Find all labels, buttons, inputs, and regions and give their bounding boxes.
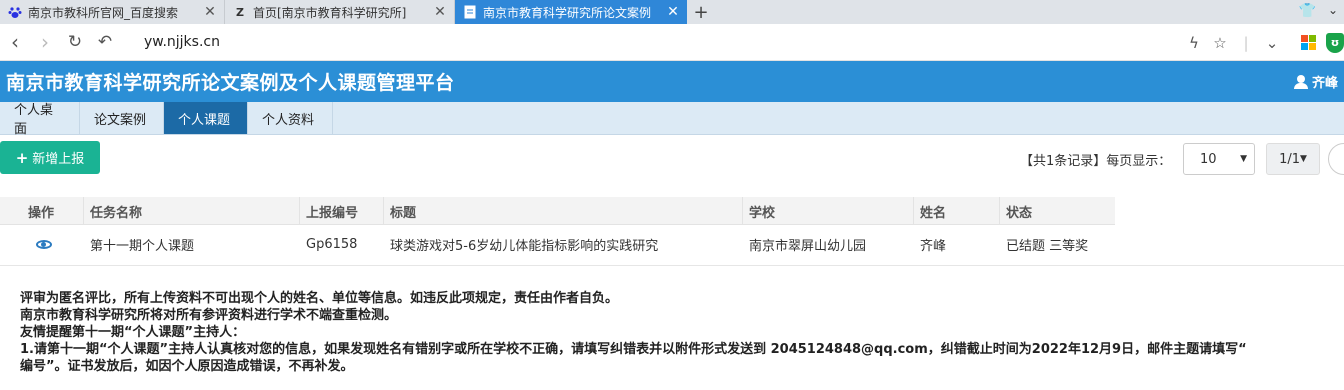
tab-desktop[interactable]: 个人桌面 bbox=[0, 102, 80, 137]
school-cell: 南京市翠屏山幼儿园 bbox=[749, 238, 867, 254]
project-table: 操作 任务名称 上报编号 标题 学校 姓名 状态 第十一期个人课题 Gp6158… bbox=[0, 197, 1115, 263]
notice-line: 友情提醒第十一期“个人课题”主持人： bbox=[20, 325, 246, 340]
undo-icon[interactable]: ↶ bbox=[90, 27, 120, 57]
page-selector[interactable]: 1/1 ▼ bbox=[1266, 143, 1320, 175]
notice-line: 评审为匿名评比，所有上传资料不可出现个人的姓名、单位等信息。如违反此项规定，责任… bbox=[20, 291, 619, 306]
tab-profile[interactable]: 个人资料 bbox=[248, 102, 333, 134]
user-name: 齐峰 bbox=[1311, 76, 1338, 91]
browser-tab-strip: 南京市教科所官网_百度搜索 ✕ Z 首页[南京市教育科学研究所] ✕ 南京市教育… bbox=[0, 0, 1344, 24]
divider: | bbox=[1243, 33, 1249, 52]
apps-grid-icon[interactable] bbox=[1301, 35, 1316, 50]
caret-down-icon: ▼ bbox=[1300, 154, 1307, 164]
tab-projects[interactable]: 个人课题 bbox=[164, 102, 248, 134]
caret-down-icon: ▼ bbox=[1240, 154, 1247, 164]
skin-icon[interactable]: 👕 bbox=[1299, 3, 1316, 19]
action-cell bbox=[0, 225, 84, 263]
browser-tab-baidu[interactable]: 南京市教科所官网_百度搜索 ✕ bbox=[0, 0, 225, 24]
task-cell: 第十一期个人课题 bbox=[90, 238, 195, 254]
user-icon bbox=[1293, 74, 1308, 89]
browser-tab-home[interactable]: Z 首页[南京市教育科学研究所] ✕ bbox=[225, 0, 455, 24]
col-title: 标题 bbox=[384, 197, 743, 225]
page-size-value: 10 bbox=[1200, 151, 1217, 167]
title-cell: 球类游戏对5-6岁幼儿体能指标影响的实践研究 bbox=[390, 238, 659, 254]
col-name: 姓名 bbox=[914, 197, 1000, 225]
code-cell: Gp6158 bbox=[306, 236, 358, 252]
tab-title: 首页[南京市教育科学研究所] bbox=[253, 5, 407, 20]
forward-icon[interactable]: › bbox=[30, 27, 60, 57]
status-cell: 已结题 三等奖 bbox=[1006, 238, 1089, 254]
back-icon[interactable]: ‹ bbox=[0, 27, 30, 57]
circle-button[interactable] bbox=[1328, 143, 1344, 175]
notice-line: 1.请第十一期“个人课题”主持人认真核对您的信息，如果发现姓名有错别字或所在学校… bbox=[20, 342, 1247, 357]
tab-title: 南京市教育科学研究所论文案例 bbox=[483, 5, 652, 20]
baidu-paw-icon bbox=[8, 5, 22, 19]
new-tab-button[interactable]: + bbox=[687, 0, 715, 24]
page-title: 南京市教育科学研究所论文案例及个人课题管理平台 bbox=[6, 72, 455, 94]
table-row: 第十一期个人课题 Gp6158 球类游戏对5-6岁幼儿体能指标影响的实践研究 南… bbox=[0, 225, 1115, 263]
name-cell: 齐峰 bbox=[920, 238, 947, 254]
url-input[interactable]: yw.njjks.cn bbox=[144, 34, 220, 50]
close-icon[interactable]: ✕ bbox=[202, 4, 218, 20]
star-icon[interactable]: ☆ bbox=[1207, 34, 1233, 52]
plus-icon: + bbox=[15, 148, 29, 167]
col-code: 上报编号 bbox=[300, 197, 384, 225]
col-status: 状态 bbox=[1006, 205, 1033, 221]
address-bar: ‹ › ↻ ↶ yw.njjks.cn ϟ ☆ | ⌄ ʊ bbox=[0, 24, 1344, 61]
notice-line: 编号”。证书发放后，如因个人原因造成错误，不再补发。 bbox=[20, 359, 354, 374]
app-header: 南京市教育科学研究所论文案例及个人课题管理平台 齐峰 bbox=[0, 61, 1344, 102]
record-count: 【共1条记录】每页显示： bbox=[1020, 154, 1172, 169]
close-icon[interactable]: ✕ bbox=[665, 4, 681, 20]
add-report-button[interactable]: + 新增上报 bbox=[0, 141, 100, 174]
page-size-select[interactable]: 10 ▼ bbox=[1183, 143, 1255, 175]
tab-title: 南京市教科所官网_百度搜索 bbox=[28, 5, 179, 20]
divider bbox=[0, 265, 1344, 266]
table-header: 操作 任务名称 上报编号 标题 学校 姓名 状态 bbox=[0, 197, 1115, 225]
browser-tab-active[interactable]: 南京市教育科学研究所论文案例 ✕ bbox=[455, 0, 687, 24]
shield-icon[interactable]: ʊ bbox=[1326, 32, 1344, 53]
document-icon bbox=[463, 5, 477, 19]
add-report-label: 新增上报 bbox=[32, 152, 85, 167]
tab-papers[interactable]: 论文案例 bbox=[80, 102, 164, 134]
col-school: 学校 bbox=[743, 197, 914, 225]
col-task: 任务名称 bbox=[84, 197, 300, 225]
chevron-down-icon[interactable]: ⌄ bbox=[1259, 34, 1285, 52]
chevron-down-icon[interactable]: ⌄ bbox=[1328, 3, 1338, 17]
lightning-icon[interactable]: ϟ bbox=[1181, 34, 1207, 52]
col-action: 操作 bbox=[0, 197, 84, 225]
main-nav: 个人桌面 论文案例 个人课题 个人资料 bbox=[0, 102, 1344, 137]
z-logo-icon: Z bbox=[236, 5, 244, 19]
user-menu[interactable]: 齐峰 bbox=[1293, 61, 1338, 102]
close-icon[interactable]: ✕ bbox=[432, 4, 448, 20]
page-value: 1/1 bbox=[1279, 151, 1300, 167]
view-eye-icon[interactable] bbox=[36, 239, 52, 249]
notice-block: 评审为匿名评比，所有上传资料不可出现个人的姓名、单位等信息。如违反此项规定，责任… bbox=[20, 290, 1344, 375]
notice-line: 南京市教育科学研究所将对所有参评资料进行学术不端查重检测。 bbox=[20, 308, 398, 323]
reload-icon[interactable]: ↻ bbox=[60, 27, 90, 57]
